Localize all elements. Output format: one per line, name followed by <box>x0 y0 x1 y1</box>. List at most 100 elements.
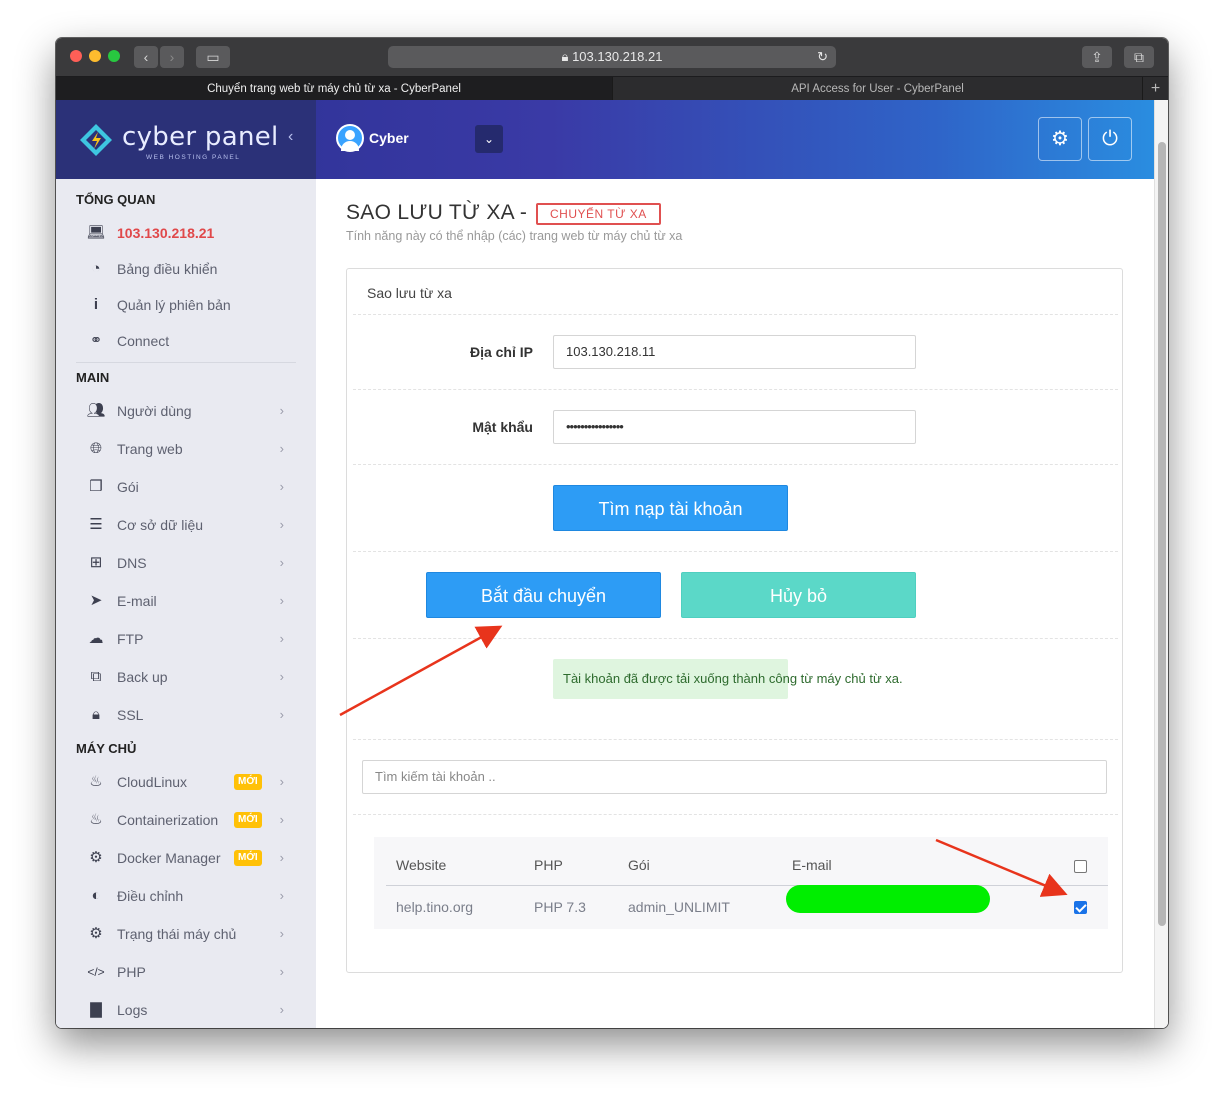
ip-address-field[interactable]: 103.130.218.11 <box>553 335 916 369</box>
browser-window: ‹ › ▭ 🔒︎ 103.130.218.21 ↻ ⇪ ⧉ Chuyển tra… <box>56 38 1168 1028</box>
sidebar-item-ftp[interactable]: ☁︎ FTP › <box>76 624 296 654</box>
sidebar-item-databases[interactable]: ☰ Cơ sở dữ liệu › <box>76 510 296 540</box>
user-name[interactable]: Cyber <box>369 130 409 146</box>
password-field[interactable]: •••••••••••••••• <box>553 410 916 444</box>
divider <box>353 638 1118 639</box>
sidebar-toggle-icon[interactable]: ▭ <box>196 46 230 68</box>
column-header-website: Website <box>396 857 447 873</box>
forward-icon[interactable]: › <box>160 46 184 68</box>
logo-area[interactable]: cyber panel WEB HOSTING PANEL ‹ <box>56 100 316 179</box>
lock-icon: 🔒︎ <box>561 49 569 64</box>
avatar[interactable] <box>336 124 364 152</box>
sidebar-item-label: SSL <box>117 707 144 723</box>
sidebar-item-tuning[interactable]: ◐ Điều chỉnh › <box>76 881 296 911</box>
row-select-checkbox[interactable] <box>1074 901 1087 914</box>
close-window-button[interactable] <box>70 50 82 62</box>
sidebar-item-dns[interactable]: ⊞ DNS › <box>76 548 296 578</box>
top-header: cyber panel WEB HOSTING PANEL ‹ Cyber ⌄ … <box>56 100 1154 179</box>
divider <box>353 551 1118 552</box>
address-bar[interactable]: 🔒︎ 103.130.218.21 ↻ <box>388 46 836 68</box>
new-badge: MỚI <box>234 850 262 866</box>
sidebar-item-connect[interactable]: ⚭ Connect <box>76 326 296 356</box>
reload-icon[interactable]: ↻ <box>817 46 828 68</box>
sidebar-divider <box>76 362 296 363</box>
back-icon[interactable]: ‹ <box>134 46 158 68</box>
sidebar-item-containerization[interactable]: ♨︎ Containerization MỚI › <box>76 805 296 835</box>
sidebar-item-label: PHP <box>117 964 146 980</box>
sidebar-item-websites[interactable]: 🌐︎ Trang web › <box>76 434 296 464</box>
cubes-icon: ❒ <box>89 478 103 495</box>
paper-plane-icon: ➤ <box>89 592 103 609</box>
sidebar-item-label: Connect <box>117 333 170 349</box>
cloud-upload-icon: ☁︎ <box>88 630 104 647</box>
accounts-table: Website PHP Gói E-mail help.tino.org PHP… <box>374 837 1108 929</box>
lock-icon: 🔒︎ <box>92 706 100 723</box>
sidebar-item-dashboard[interactable]: ◔ Bảng điều khiển <box>76 254 296 284</box>
cancel-button[interactable]: Hủy bỏ <box>681 572 916 618</box>
page-title: SAO LƯU TỪ XA - <box>346 201 528 224</box>
chevron-right-icon: › <box>279 593 284 608</box>
sidebar-item-server-ip[interactable]: 💻︎ 103.130.218.21 <box>76 218 296 248</box>
sidebar-item-logs[interactable]: ▇ Logs › <box>76 995 296 1025</box>
column-header-package: Gói <box>628 857 650 873</box>
flame-icon: ♨︎ <box>89 773 103 790</box>
collapse-sidebar-icon[interactable]: ‹ <box>288 128 293 146</box>
cell-package: admin_UNLIMIT <box>628 899 730 915</box>
cyberpanel-logo-icon <box>80 124 112 156</box>
chevron-right-icon: › <box>279 707 284 722</box>
main-content: SAO LƯU TỪ XA - CHUYỂN TỪ XA Tính năng n… <box>316 179 1154 1028</box>
share-icon[interactable]: ⇪ <box>1082 46 1112 68</box>
new-badge: MỚI <box>234 774 262 790</box>
divider <box>353 814 1118 815</box>
sidebar-item-users[interactable]: 👥︎ Người dùng › <box>76 396 296 426</box>
column-header-email: E-mail <box>792 857 832 873</box>
chevron-right-icon: › <box>279 926 284 941</box>
gear-icon: ⚙︎ <box>1051 128 1069 150</box>
sidebar-item-php[interactable]: </> PHP › <box>76 957 296 987</box>
sidebar-item-packages[interactable]: ❒ Gói › <box>76 472 296 502</box>
chevron-right-icon: › <box>279 964 284 979</box>
sidebar-item-label: Quản lý phiên bản <box>117 297 231 313</box>
sidebar-item-backup[interactable]: ⧉ Back up › <box>76 662 296 692</box>
sidebar-item-label: Back up <box>117 669 168 685</box>
sidebar-heading-main: MAIN <box>76 370 110 385</box>
power-icon: ⏻ <box>1102 128 1118 150</box>
sidebar-heading-overview: TỔNG QUAN <box>76 192 156 207</box>
sidebar-item-cloudlinux[interactable]: ♨︎ CloudLinux MỚI › <box>76 767 296 797</box>
logout-button[interactable]: ⏻ <box>1088 117 1132 161</box>
chevron-right-icon: › <box>279 850 284 865</box>
tab-remote-transfer[interactable]: Chuyển trang web từ máy chủ từ xa - Cybe… <box>56 77 612 101</box>
new-tab-icon[interactable]: + <box>1142 77 1168 101</box>
cell-php: PHP 7.3 <box>534 899 586 915</box>
title-badge: CHUYỂN TỪ XA <box>536 203 661 225</box>
laptop-icon: 💻︎ <box>86 224 106 241</box>
search-accounts-input[interactable]: Tìm kiếm tài khoản .. <box>362 760 1107 794</box>
remote-backup-panel: Sao lưu từ xa Địa chỉ IP 103.130.218.11 … <box>346 268 1123 973</box>
chevron-down-icon[interactable]: ⌄ <box>475 125 503 153</box>
sidebar-item-label: Cơ sở dữ liệu <box>117 517 204 533</box>
sidebar-item-label: DNS <box>117 555 147 571</box>
settings-button[interactable]: ⚙︎ <box>1038 117 1082 161</box>
sidebar-item-label: Docker Manager <box>117 850 221 866</box>
minimize-window-button[interactable] <box>89 50 101 62</box>
select-all-checkbox[interactable] <box>1074 860 1087 873</box>
tab-api-access[interactable]: API Access for User - CyberPanel <box>612 77 1142 101</box>
zoom-window-button[interactable] <box>108 50 120 62</box>
sidebar-item-version[interactable]: i Quản lý phiên bản <box>76 290 296 320</box>
url-text: 103.130.218.21 <box>572 49 663 64</box>
tabs-overview-icon[interactable]: ⧉ <box>1124 46 1154 68</box>
sidebar-heading-server: MÁY CHỦ <box>76 741 137 756</box>
sidebar-item-server-status[interactable]: ⚙︎ Trạng thái máy chủ › <box>76 919 296 949</box>
sidebar-item-email[interactable]: ➤ E-mail › <box>76 586 296 616</box>
start-transfer-button[interactable]: Bắt đầu chuyển <box>426 572 661 618</box>
scrollbar-thumb[interactable] <box>1158 142 1166 926</box>
sidebar-item-docker-manager[interactable]: ⚙︎ Docker Manager MỚI › <box>76 843 296 873</box>
sidebar-item-label: Trạng thái máy chủ <box>117 926 237 942</box>
chevron-right-icon: › <box>279 555 284 570</box>
copy-icon: ⧉ <box>90 668 102 685</box>
sidebar-item-ssl[interactable]: 🔒︎ SSL › <box>76 700 296 730</box>
page-scrollbar[interactable] <box>1154 100 1168 1028</box>
fetch-accounts-button[interactable]: Tìm nạp tài khoản <box>553 485 788 531</box>
dashboard-icon: ◔ <box>91 260 101 277</box>
sidebar-item-label: Bảng điều khiển <box>117 261 218 277</box>
